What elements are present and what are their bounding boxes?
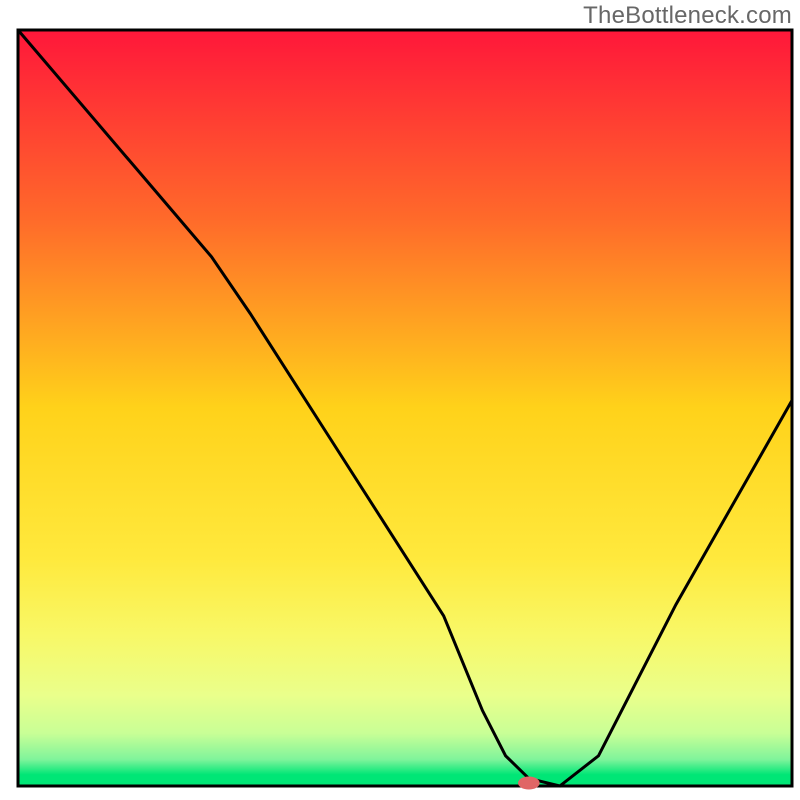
watermark-text: TheBottleneck.com xyxy=(583,2,792,30)
chart-container: TheBottleneck.com xyxy=(0,0,800,800)
optimal-point-marker xyxy=(518,776,540,789)
chart-background xyxy=(18,30,792,786)
chart-svg xyxy=(0,0,800,800)
